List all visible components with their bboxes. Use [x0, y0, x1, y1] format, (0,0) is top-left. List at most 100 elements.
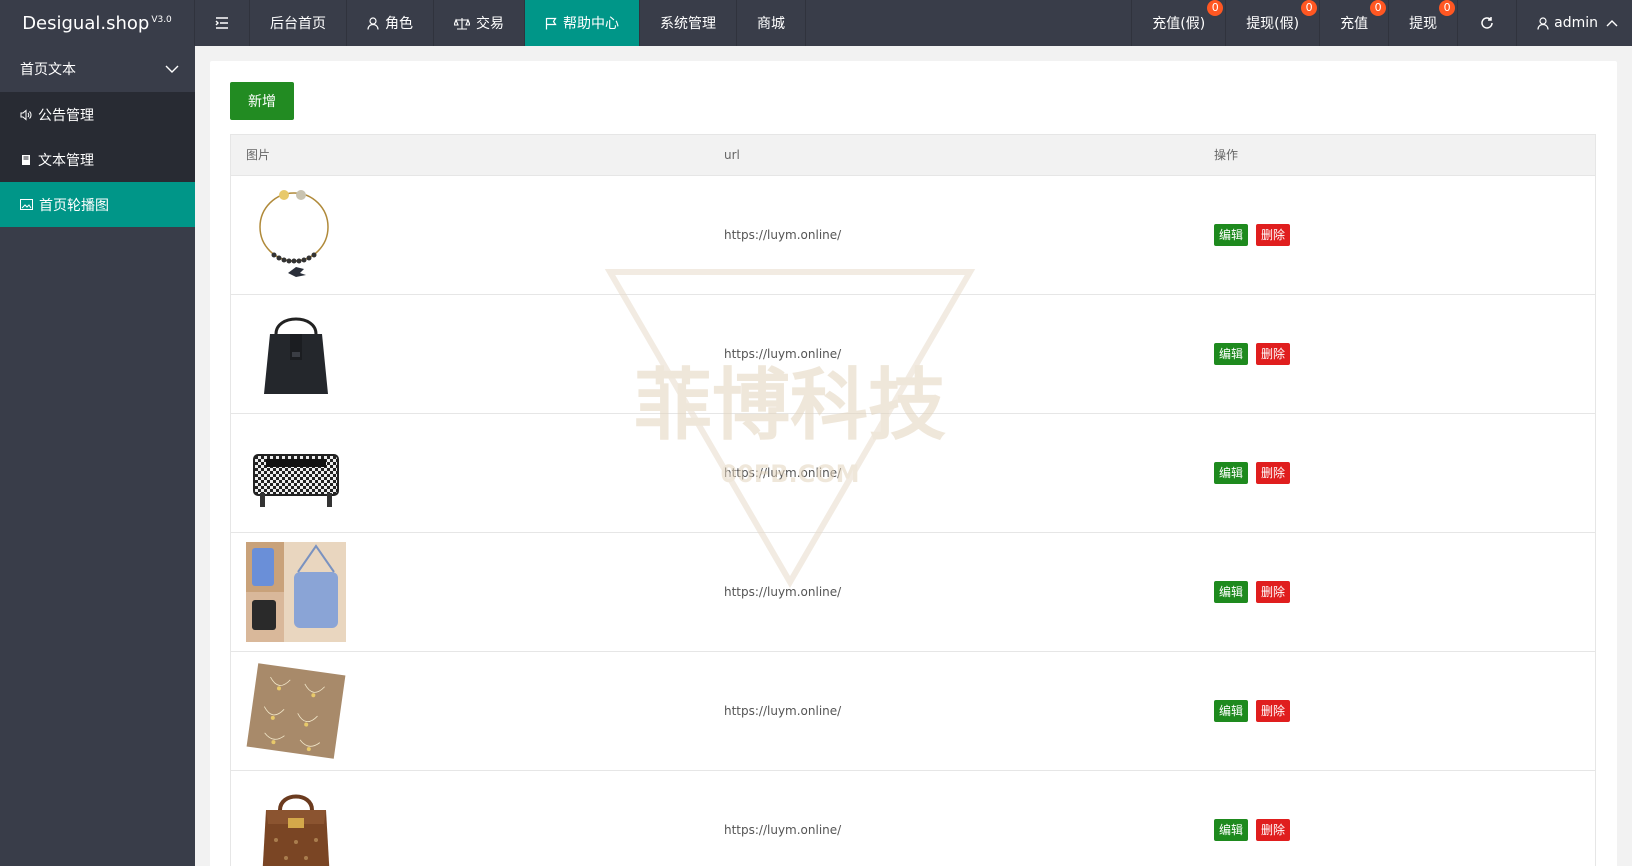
blue-phone-bag-image: [246, 541, 346, 642]
url-cell: https://luym.online/: [709, 651, 1199, 771]
fake-recharge-button[interactable]: 充值(假) 0: [1131, 0, 1225, 46]
edit-button[interactable]: 编辑: [1214, 818, 1249, 841]
nav-trade-label: 交易: [476, 16, 504, 32]
url-cell: https://luym.online/: [709, 413, 1199, 533]
user-menu[interactable]: admin: [1516, 0, 1632, 46]
actions-cell: 编辑 删除: [1199, 532, 1595, 652]
nav-help-label: 帮助中心: [563, 16, 619, 32]
houndstooth-bag-image: [246, 422, 346, 523]
nav-mall[interactable]: 商城: [737, 0, 806, 46]
fake-recharge-label: 充值(假): [1152, 16, 1206, 32]
fake-withdraw-label: 提现(假): [1246, 16, 1300, 32]
actions-cell: 编辑 删除: [1199, 175, 1595, 295]
user-icon: [1537, 16, 1549, 30]
delete-button[interactable]: 删除: [1256, 223, 1291, 246]
edit-button[interactable]: 编辑: [1214, 580, 1249, 603]
image-cell: [231, 175, 709, 295]
nav-mall-label: 商城: [757, 16, 785, 32]
logo[interactable]: Desigual.shop V3.0: [0, 0, 195, 46]
nav-role[interactable]: 角色: [347, 0, 434, 46]
sidebar-group-label: 首页文本: [20, 62, 76, 78]
recharge-badge: 0: [1370, 0, 1387, 16]
image-cell: [231, 770, 709, 866]
page-scrollbar[interactable]: [1622, 46, 1632, 866]
right-nav: 充值(假) 0 提现(假) 0 充值 0 提现 0 admin: [1131, 0, 1632, 46]
image-icon: [20, 199, 33, 210]
sidebar-group-home-text[interactable]: 首页文本: [0, 46, 195, 92]
top-header: Desigual.shop V3.0 后台首页 角色 交易 帮助中心 系统管理 商…: [0, 0, 1632, 46]
gold-jewelry-image: [246, 660, 346, 761]
main-content: 新增 图片 url 操作 https://luym.online/ 编辑 删除 …: [195, 46, 1632, 866]
fake-recharge-badge: 0: [1207, 0, 1224, 16]
url-cell: https://luym.online/: [709, 294, 1199, 414]
recharge-button[interactable]: 充值 0: [1319, 0, 1388, 46]
withdraw-button[interactable]: 提现 0: [1388, 0, 1457, 46]
image-cell: [231, 651, 709, 771]
table-row: https://luym.online/ 编辑 删除: [231, 651, 1595, 771]
fake-withdraw-badge: 0: [1301, 0, 1318, 16]
image-cell: [231, 294, 709, 414]
sidebar-toggle-button[interactable]: [195, 0, 250, 46]
sidebar-item-label: 公告管理: [38, 107, 94, 124]
monogram-handbag-image: [246, 779, 346, 866]
delete-button[interactable]: 删除: [1256, 342, 1291, 365]
sidebar-item-label: 首页轮播图: [39, 197, 109, 214]
sidebar-item-notice[interactable]: 公告管理: [0, 92, 195, 137]
edit-button[interactable]: 编辑: [1214, 223, 1249, 246]
sidebar-item-carousel[interactable]: 首页轮播图: [0, 182, 195, 227]
logo-version: V3.0: [151, 15, 172, 25]
table-row: https://luym.online/ 编辑 删除: [231, 175, 1595, 295]
delete-button[interactable]: 删除: [1256, 818, 1291, 841]
actions-cell: 编辑 删除: [1199, 651, 1595, 771]
table-row: https://luym.online/ 编辑 删除: [231, 294, 1595, 414]
delete-button[interactable]: 删除: [1256, 580, 1291, 603]
main-nav: 后台首页 角色 交易 帮助中心 系统管理 商城: [195, 0, 806, 46]
url-cell: https://luym.online/: [709, 532, 1199, 652]
actions-cell: 编辑 删除: [1199, 770, 1595, 866]
nav-home[interactable]: 后台首页: [250, 0, 347, 46]
logo-text: Desigual.shop: [22, 12, 150, 34]
sidebar: 首页文本 公告管理 文本管理 首页轮播图: [0, 46, 195, 866]
flag-icon: [545, 17, 557, 30]
username: admin: [1554, 15, 1598, 31]
column-header-actions: 操作: [1199, 135, 1595, 176]
nav-home-label: 后台首页: [270, 16, 326, 32]
delete-button[interactable]: 删除: [1256, 699, 1291, 722]
sidebar-item-label: 文本管理: [38, 152, 94, 169]
column-header-url: url: [709, 135, 1199, 176]
content-panel: 新增 图片 url 操作 https://luym.online/ 编辑 删除 …: [210, 61, 1617, 866]
delete-button[interactable]: 删除: [1256, 461, 1291, 484]
scale-icon: [454, 17, 470, 30]
image-cell: [231, 413, 709, 533]
refresh-icon: [1481, 17, 1493, 29]
table-row: https://luym.online/ 编辑 删除: [231, 532, 1595, 652]
actions-cell: 编辑 删除: [1199, 413, 1595, 533]
column-header-image: 图片: [231, 135, 709, 176]
edit-button[interactable]: 编辑: [1214, 699, 1249, 722]
menu-fold-icon: [215, 17, 228, 29]
add-button[interactable]: 新增: [230, 82, 294, 120]
necklace-image: [246, 184, 346, 285]
nav-help[interactable]: 帮助中心: [525, 0, 640, 46]
refresh-button[interactable]: [1457, 0, 1516, 46]
speaker-icon: [20, 108, 32, 121]
nav-role-label: 角色: [385, 16, 413, 32]
nav-system[interactable]: 系统管理: [640, 0, 737, 46]
nav-system-label: 系统管理: [660, 16, 716, 32]
fake-withdraw-button[interactable]: 提现(假) 0: [1225, 0, 1319, 46]
nav-trade[interactable]: 交易: [434, 0, 525, 46]
table-header-row: 图片 url 操作: [231, 135, 1595, 176]
withdraw-badge: 0: [1439, 0, 1456, 16]
recharge-label: 充值: [1340, 16, 1369, 32]
edit-button[interactable]: 编辑: [1214, 342, 1249, 365]
edit-button[interactable]: 编辑: [1214, 461, 1249, 484]
carousel-table: 图片 url 操作 https://luym.online/ 编辑 删除 htt…: [230, 134, 1596, 866]
black-bag-image: [246, 303, 346, 404]
book-icon: [20, 154, 32, 166]
table-row: https://luym.online/ 编辑 删除: [231, 770, 1595, 866]
sidebar-item-text[interactable]: 文本管理: [0, 137, 195, 182]
chevron-down-icon: [165, 65, 179, 73]
sidebar-submenu: 公告管理 文本管理 首页轮播图: [0, 92, 195, 227]
user-icon: [367, 16, 379, 30]
table-row: https://luym.online/ 编辑 删除: [231, 413, 1595, 533]
